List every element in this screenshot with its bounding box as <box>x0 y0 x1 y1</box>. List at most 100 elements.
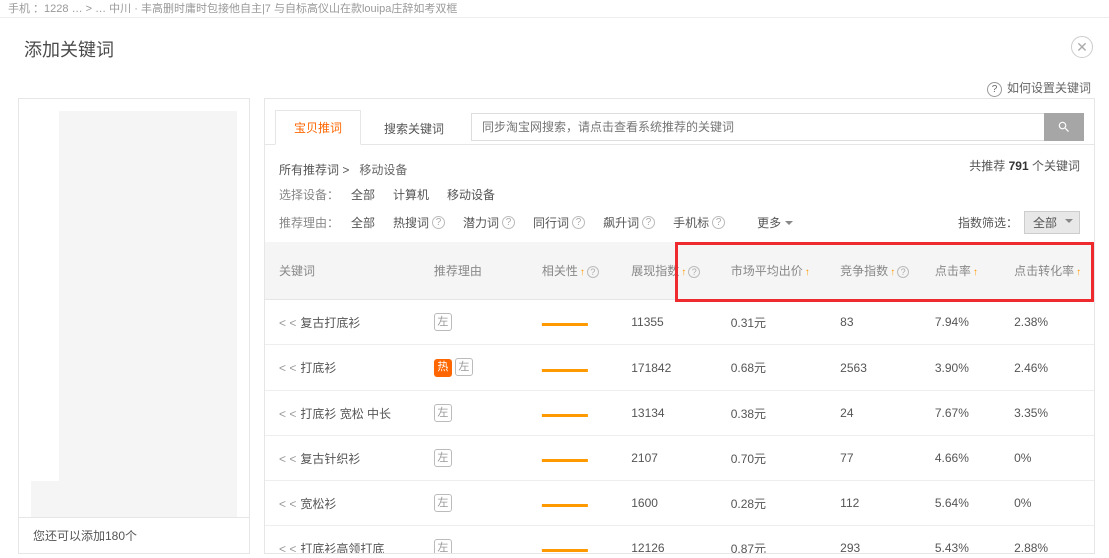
keyword-text: 宽松衫 <box>300 497 336 511</box>
cell-reason: 左 <box>424 436 532 481</box>
index-filter-select[interactable]: 全部 <box>1024 211 1080 234</box>
cell-ctr: 4.66% <box>925 436 1004 481</box>
tab-search[interactable]: 搜索关键词 <box>365 111 463 145</box>
col-cvr[interactable]: 点击转化率↑ <box>1004 242 1094 300</box>
cell-impressions: 12126 <box>621 526 720 554</box>
filter-device: 选择设备： 全部 计算机 移动设备 <box>279 182 1080 207</box>
cell-impressions: 13134 <box>621 391 720 436</box>
left-badge-icon: 左 <box>434 404 452 422</box>
device-mobile[interactable]: 移动设备 <box>447 186 495 203</box>
cell-reason: 热左 <box>424 345 532 391</box>
cell-relevance: ▬▬▬▬▬ <box>532 345 621 391</box>
add-keyword-modal: 添加关键词 ✕ 如何设置关键词 您还可以添加180个 宝贝推词 搜索关键词 <box>0 18 1109 558</box>
device-all[interactable]: 全部 <box>351 186 375 203</box>
cell-ctr: 5.43% <box>925 526 1004 554</box>
hot-badge-icon: 热 <box>434 359 452 377</box>
device-label: 选择设备： <box>279 186 351 203</box>
cell-competition: 2563 <box>830 345 925 391</box>
reason-hot[interactable]: 热搜词? <box>393 214 445 231</box>
keyword-text: 打底衫高领打底 <box>300 542 384 554</box>
cell-ctr: 3.90% <box>925 345 1004 391</box>
help-icon[interactable]: ? <box>642 216 655 229</box>
add-keyword-button[interactable]: < < <box>279 542 296 554</box>
help-link[interactable]: 如何设置关键词 <box>987 79 1091 97</box>
crumb-all[interactable]: 所有推荐词 > <box>279 161 349 178</box>
cell-relevance: ▬▬▬▬▬ <box>532 300 621 345</box>
cell-bid: 0.70元 <box>721 436 830 481</box>
cell-bid: 0.31元 <box>721 300 830 345</box>
selected-list <box>19 99 249 517</box>
reason-all[interactable]: 全部 <box>351 214 375 231</box>
cell-cvr: 0% <box>1004 481 1094 526</box>
cell-competition: 112 <box>830 481 925 526</box>
cell-impressions: 2107 <box>621 436 720 481</box>
reason-phone[interactable]: 手机标? <box>673 214 725 231</box>
cell-cvr: 2.38% <box>1004 300 1094 345</box>
cell-relevance: ▬▬▬▬▬ <box>532 526 621 554</box>
reason-peer[interactable]: 同行词? <box>533 214 585 231</box>
cell-reason: 左 <box>424 300 532 345</box>
index-filter-label: 指数筛选： <box>958 214 1018 231</box>
keyword-text: 复古针织衫 <box>300 452 360 466</box>
help-icon[interactable]: ? <box>712 216 725 229</box>
search-input[interactable] <box>471 113 1044 141</box>
keyword-table: 关键词 推荐理由 相关性↑? 展现指数↑? 市场平均出价↑ 竞争指数↑? 点击率… <box>265 242 1094 553</box>
close-button[interactable]: ✕ <box>1071 36 1093 58</box>
cell-impressions: 171842 <box>621 345 720 391</box>
col-impressions[interactable]: 展现指数↑? <box>621 242 720 300</box>
reason-soar[interactable]: 飙升词? <box>603 214 655 231</box>
device-computer[interactable]: 计算机 <box>393 186 429 203</box>
cell-relevance: ▬▬▬▬▬ <box>532 436 621 481</box>
cell-bid: 0.28元 <box>721 481 830 526</box>
add-keyword-button[interactable]: < < <box>279 497 296 511</box>
keyword-text: 打底衫 宽松 中长 <box>300 407 391 421</box>
cell-relevance: ▬▬▬▬▬ <box>532 481 621 526</box>
cell-competition: 83 <box>830 300 925 345</box>
table-row: < <打底衫 宽松 中长左▬▬▬▬▬131340.38元247.67%3.35% <box>265 391 1094 436</box>
help-icon[interactable]: ? <box>688 266 700 278</box>
remaining-count: 您还可以添加180个 <box>19 517 249 553</box>
cell-bid: 0.87元 <box>721 526 830 554</box>
reason-potential[interactable]: 潜力词? <box>463 214 515 231</box>
selected-keywords-panel: 您还可以添加180个 <box>18 98 250 554</box>
help-icon[interactable]: ? <box>897 266 909 278</box>
keyword-text: 打底衫 <box>300 361 336 375</box>
cell-cvr: 3.35% <box>1004 391 1094 436</box>
help-icon[interactable]: ? <box>587 266 599 278</box>
col-relevance[interactable]: 相关性↑? <box>532 242 621 300</box>
col-competition[interactable]: 竞争指数↑? <box>830 242 925 300</box>
table-row: < <打底衫热左▬▬▬▬▬1718420.68元25633.90%2.46% <box>265 345 1094 391</box>
cell-reason: 左 <box>424 526 532 554</box>
add-keyword-button[interactable]: < < <box>279 361 296 375</box>
keyword-text: 复古打底衫 <box>300 316 360 330</box>
add-keyword-button[interactable]: < < <box>279 316 296 330</box>
cell-impressions: 11355 <box>621 300 720 345</box>
search-button[interactable] <box>1044 113 1084 141</box>
add-keyword-button[interactable]: < < <box>279 407 296 421</box>
add-keyword-button[interactable]: < < <box>279 452 296 466</box>
help-icon[interactable]: ? <box>502 216 515 229</box>
left-badge-icon: 左 <box>455 358 473 376</box>
tabs-row: 宝贝推词 搜索关键词 <box>265 99 1094 145</box>
table-row: < <打底衫高领打底左▬▬▬▬▬121260.87元2935.43%2.88% <box>265 526 1094 554</box>
help-icon[interactable]: ? <box>572 216 585 229</box>
index-filter: 指数筛选： 全部 <box>958 211 1080 234</box>
reason-more[interactable]: 更多 <box>757 214 793 231</box>
col-ctr[interactable]: 点击率↑ <box>925 242 1004 300</box>
left-badge-icon: 左 <box>434 494 452 512</box>
col-bid[interactable]: 市场平均出价↑ <box>721 242 830 300</box>
search-wrap <box>471 113 1084 141</box>
table-row: < <宽松衫左▬▬▬▬▬16000.28元1125.64%0% <box>265 481 1094 526</box>
help-icon[interactable]: ? <box>432 216 445 229</box>
modal-header: 添加关键词 ✕ 如何设置关键词 <box>0 18 1109 72</box>
table-row: < <复古打底衫左▬▬▬▬▬113550.31元837.94%2.38% <box>265 300 1094 345</box>
modal-body: 您还可以添加180个 宝贝推词 搜索关键词 共推荐 791 个关键词 所有推荐词 <box>0 72 1109 554</box>
col-keyword: 关键词 <box>265 242 424 300</box>
col-reason: 推荐理由 <box>424 242 532 300</box>
tab-baobei[interactable]: 宝贝推词 <box>275 110 361 145</box>
filter-block: 共推荐 791 个关键词 所有推荐词 > 移动设备 选择设备： 全部 计算机 移… <box>265 145 1094 242</box>
table-row: < <复古针织衫左▬▬▬▬▬21070.70元774.66%0% <box>265 436 1094 481</box>
table-header-row: 关键词 推荐理由 相关性↑? 展现指数↑? 市场平均出价↑ 竞争指数↑? 点击率… <box>265 242 1094 300</box>
filter-breadcrumb: 所有推荐词 > 移动设备 <box>279 157 1080 182</box>
cell-competition: 293 <box>830 526 925 554</box>
